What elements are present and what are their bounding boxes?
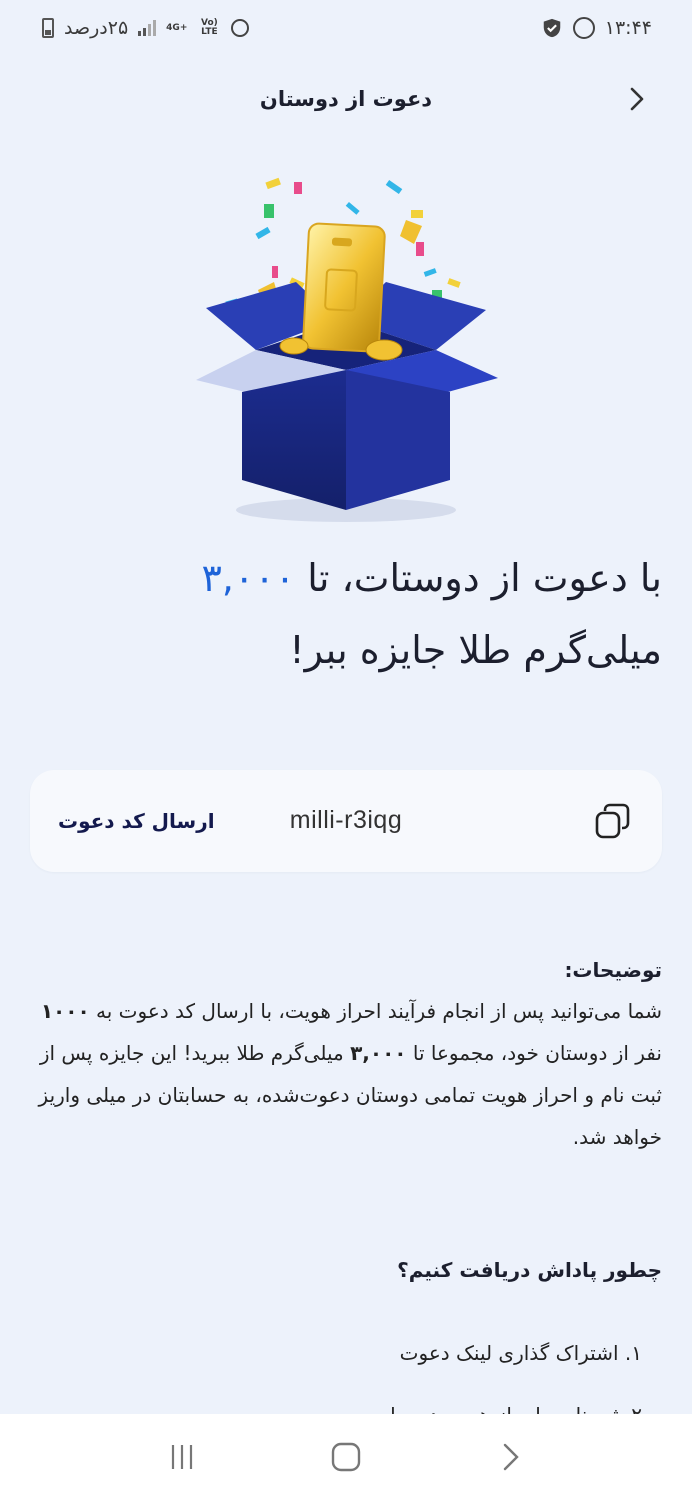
description-section: توضیحات: شما می‌توانید پس از انجام فرآین…	[30, 950, 662, 1158]
whatsapp-icon	[572, 17, 595, 39]
recents-icon	[171, 1445, 193, 1469]
headline-amount: ۳,۰۰۰	[201, 556, 296, 600]
headline-line-1: با دعوت از دوستات، تا ۳,۰۰۰	[22, 548, 662, 608]
shield-check-icon	[543, 18, 561, 38]
step-item: ۱. اشتراک گذاری لینک دعوت	[399, 1341, 642, 1365]
clock: ۱۳:۴۴	[604, 17, 652, 39]
battery-icon	[42, 18, 54, 38]
gift-box-illustration	[196, 177, 498, 522]
volte-badge: Vo) LTE	[200, 18, 218, 37]
status-bar: ۲۵درصد 4G+ Vo) LTE ۱۳:۴۴	[0, 0, 692, 56]
home-icon	[331, 1442, 361, 1472]
description-count: ۱۰۰۰	[40, 999, 90, 1023]
headline-part-1: با دعوت از دوستات، تا	[295, 556, 662, 600]
description-body: شما می‌توانید پس از انجام فرآیند احراز ه…	[30, 990, 662, 1158]
description-text-2: نفر از دوستان خود، مجموعا تا	[406, 1041, 662, 1065]
headline: با دعوت از دوستات، تا ۳,۰۰۰ میلی‌گرم طلا…	[22, 548, 662, 680]
status-bar-right: ۱۳:۴۴	[541, 17, 652, 39]
alarm-icon	[231, 19, 250, 37]
status-bar-left: ۲۵درصد 4G+ Vo) LTE	[42, 17, 250, 39]
copy-icon	[595, 803, 630, 839]
description-text-1: شما می‌توانید پس از انجام فرآیند احراز ه…	[89, 999, 662, 1023]
description-title: توضیحات:	[564, 958, 662, 982]
battery-percent: ۲۵درصد	[64, 17, 129, 39]
copy-button[interactable]	[594, 802, 632, 840]
signal-icon	[138, 20, 157, 36]
page-title: دعوت از دوستان	[259, 87, 433, 111]
invite-code: milli-r3iqg	[289, 806, 403, 834]
invite-code-card: ارسال کد دعوت milli-r3iqg	[30, 770, 662, 872]
home-button[interactable]	[326, 1437, 366, 1477]
description-amount: ۳,۰۰۰	[350, 1041, 407, 1065]
how-to-title: چطور پاداش دریافت کنیم؟	[397, 1258, 662, 1282]
back-button[interactable]	[622, 84, 652, 114]
system-nav-bar	[0, 1414, 692, 1500]
system-back-button[interactable]	[490, 1437, 530, 1477]
chevron-right-icon	[630, 87, 644, 111]
back-icon	[503, 1443, 519, 1471]
recents-button[interactable]	[162, 1437, 202, 1477]
app-header: دعوت از دوستان	[0, 68, 692, 130]
network-4g-badge: 4G+	[166, 22, 188, 33]
headline-line-2: میلی‌گرم طلا جایزه ببر!	[289, 628, 662, 672]
